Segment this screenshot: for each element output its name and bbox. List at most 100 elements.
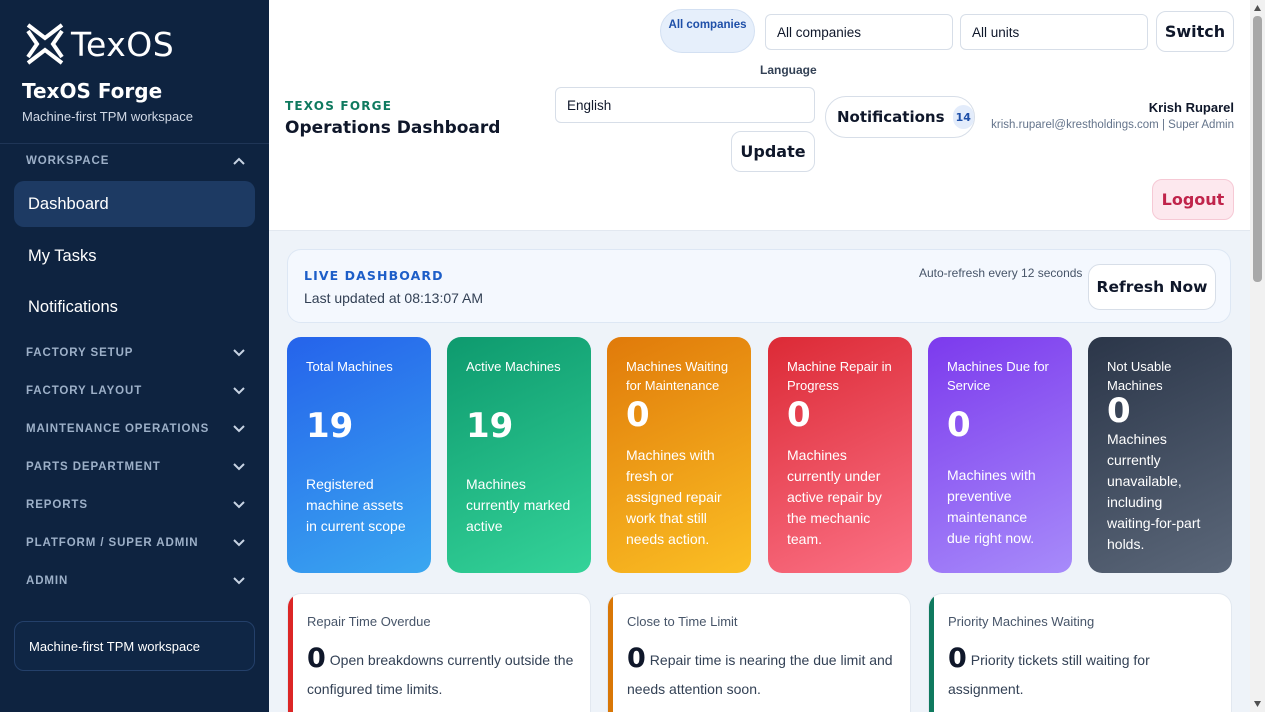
stat-value: 19 xyxy=(306,406,354,446)
logout-button[interactable]: Logout xyxy=(1152,179,1234,220)
page-title: Operations Dashboard xyxy=(285,118,501,138)
stat-description: Machines with preventive maintenance due… xyxy=(947,467,1036,546)
stat-label: Machines Due for Service xyxy=(947,359,1049,393)
refresh-now-button[interactable]: Refresh Now xyxy=(1088,264,1216,310)
alert-body: 0 Open breakdowns currently outside the c… xyxy=(307,644,582,704)
section-label: MAINTENANCE OPERATIONS xyxy=(26,423,210,435)
sidebar-footer-card: Machine-first TPM workspace xyxy=(14,621,255,671)
alert-text: Priority tickets still waiting for assig… xyxy=(948,652,1150,697)
section-factory-setup[interactable]: FACTORY SETUP xyxy=(26,346,246,360)
alert-title: Close to Time Limit xyxy=(627,614,738,629)
alert-card-close-to-limit[interactable]: Close to Time Limit 0 Repair time is near… xyxy=(607,593,911,712)
stat-card-repair-in-progress[interactable]: Machine Repair in Progress 0 Machines cu… xyxy=(768,337,912,573)
section-label: REPORTS xyxy=(26,499,88,511)
section-label: ADMIN xyxy=(26,575,69,587)
sidebar-divider xyxy=(0,143,269,144)
switch-button[interactable]: Switch xyxy=(1156,11,1234,52)
section-platform-super-admin[interactable]: PLATFORM / SUPER ADMIN xyxy=(26,536,246,550)
scroll-down-arrow-icon[interactable] xyxy=(1253,700,1262,708)
stat-label: Total Machines xyxy=(306,359,393,374)
user-name: Krish Ruparel xyxy=(1148,100,1234,115)
notifications-button[interactable]: Notifications 14 xyxy=(825,96,975,138)
logo-text: TexOS xyxy=(71,24,175,64)
alert-accent-bar xyxy=(929,594,934,712)
sidebar-item-notifications[interactable]: Notifications xyxy=(14,284,255,330)
scrollbar-thumb[interactable] xyxy=(1253,16,1262,282)
stat-value: 0 xyxy=(1107,391,1131,431)
section-parts-department[interactable]: PARTS DEPARTMENT xyxy=(26,460,246,474)
chevron-up-icon xyxy=(233,157,245,165)
alert-card-priority-waiting[interactable]: Priority Machines Waiting 0 Priority tick… xyxy=(928,593,1232,712)
last-updated-text: Last updated at 08:13:07 AM xyxy=(304,290,484,306)
chevron-down-icon xyxy=(233,387,245,395)
section-label: WORKSPACE xyxy=(26,155,110,167)
unit-select[interactable]: All units xyxy=(960,14,1148,50)
section-workspace[interactable]: WORKSPACE xyxy=(26,154,246,168)
sidebar-item-dashboard[interactable]: Dashboard xyxy=(14,181,255,227)
sidebar-item-label: Dashboard xyxy=(28,194,109,213)
sidebar-item-label: My Tasks xyxy=(28,246,97,265)
stat-description: Machines currently under active repair b… xyxy=(787,447,882,547)
page-eyebrow: TEXOS FORGE xyxy=(285,99,393,113)
sidebar-item-my-tasks[interactable]: My Tasks xyxy=(14,233,255,279)
live-dashboard-panel: LIVE DASHBOARD Last updated at 08:13:07 … xyxy=(287,249,1231,323)
alert-body: 0 Repair time is nearing the due limit an… xyxy=(627,644,902,704)
section-factory-layout[interactable]: FACTORY LAYOUT xyxy=(26,384,246,398)
notifications-label: Notifications xyxy=(837,108,945,126)
section-maintenance-operations[interactable]: MAINTENANCE OPERATIONS xyxy=(26,422,246,436)
stat-label: Not Usable Machines xyxy=(1107,359,1172,393)
section-label: FACTORY LAYOUT xyxy=(26,385,143,397)
alert-title: Priority Machines Waiting xyxy=(948,614,1095,629)
alert-text: Repair time is nearing the due limit and… xyxy=(627,652,893,697)
stat-card-total-machines[interactable]: Total Machines 19 Registered machine ass… xyxy=(287,337,431,573)
alert-text: Open breakdowns currently outside the co… xyxy=(307,652,574,697)
stat-value: 19 xyxy=(466,406,514,446)
company-select[interactable]: All companies xyxy=(765,14,953,50)
chevron-down-icon xyxy=(233,501,245,509)
stat-card-due-for-service[interactable]: Machines Due for Service 0 Machines with… xyxy=(928,337,1072,573)
update-button[interactable]: Update xyxy=(731,131,815,172)
section-reports[interactable]: REPORTS xyxy=(26,498,246,512)
sidebar: TexOS TexOS Forge Machine-first TPM work… xyxy=(0,0,269,712)
live-dashboard-title: LIVE DASHBOARD xyxy=(304,268,444,283)
chevron-down-icon xyxy=(233,539,245,547)
auto-refresh-text: Auto-refresh every 12 seconds xyxy=(919,266,1083,280)
brand-title: TexOS Forge xyxy=(22,79,163,103)
stat-description: Machines currently unavailable, includin… xyxy=(1107,431,1201,552)
user-meta: krish.ruparel@krestholdings.com | Super … xyxy=(991,119,1234,131)
stat-label: Machine Repair in Progress xyxy=(787,359,892,393)
brand-logo: TexOS xyxy=(25,21,174,67)
notifications-count-badge: 14 xyxy=(952,105,974,129)
alert-value: 0 xyxy=(627,643,646,674)
language-select[interactable]: English xyxy=(555,87,815,123)
chevron-down-icon xyxy=(233,425,245,433)
stat-card-waiting-maintenance[interactable]: Machines Waiting for Maintenance 0 Machi… xyxy=(607,337,751,573)
stat-description: Machines currently marked active xyxy=(466,476,571,534)
stat-card-not-usable[interactable]: Not Usable Machines 0 Machines currently… xyxy=(1088,337,1232,573)
alert-accent-bar xyxy=(608,594,613,712)
stat-value: 0 xyxy=(787,395,811,435)
section-label: FACTORY SETUP xyxy=(26,347,134,359)
scroll-up-arrow-icon[interactable] xyxy=(1253,4,1262,12)
chevron-down-icon xyxy=(233,349,245,357)
section-admin[interactable]: ADMIN xyxy=(26,574,246,588)
chevron-down-icon xyxy=(233,463,245,471)
stat-value: 0 xyxy=(947,405,971,445)
language-label: Language xyxy=(760,63,817,77)
alert-body: 0 Priority tickets still waiting for assi… xyxy=(948,644,1223,704)
chevron-down-icon xyxy=(233,577,245,585)
stat-card-active-machines[interactable]: Active Machines 19 Machines currently ma… xyxy=(447,337,591,573)
scope-pill[interactable]: All companies xyxy=(660,9,755,53)
sidebar-item-label: Notifications xyxy=(28,297,118,316)
alert-title: Repair Time Overdue xyxy=(307,614,431,629)
brand-subtitle: Machine-first TPM workspace xyxy=(22,109,193,124)
stat-label: Active Machines xyxy=(466,359,561,374)
section-label: PARTS DEPARTMENT xyxy=(26,461,161,473)
top-header: All companies All companies All units Sw… xyxy=(269,0,1250,231)
stat-description: Registered machine assets in current sco… xyxy=(306,476,406,534)
texos-logo-icon xyxy=(26,23,64,65)
alert-card-repair-overdue[interactable]: Repair Time Overdue 0 Open breakdowns cur… xyxy=(287,593,591,712)
alert-value: 0 xyxy=(948,643,967,674)
alert-value: 0 xyxy=(307,643,326,674)
alert-accent-bar xyxy=(288,594,293,712)
